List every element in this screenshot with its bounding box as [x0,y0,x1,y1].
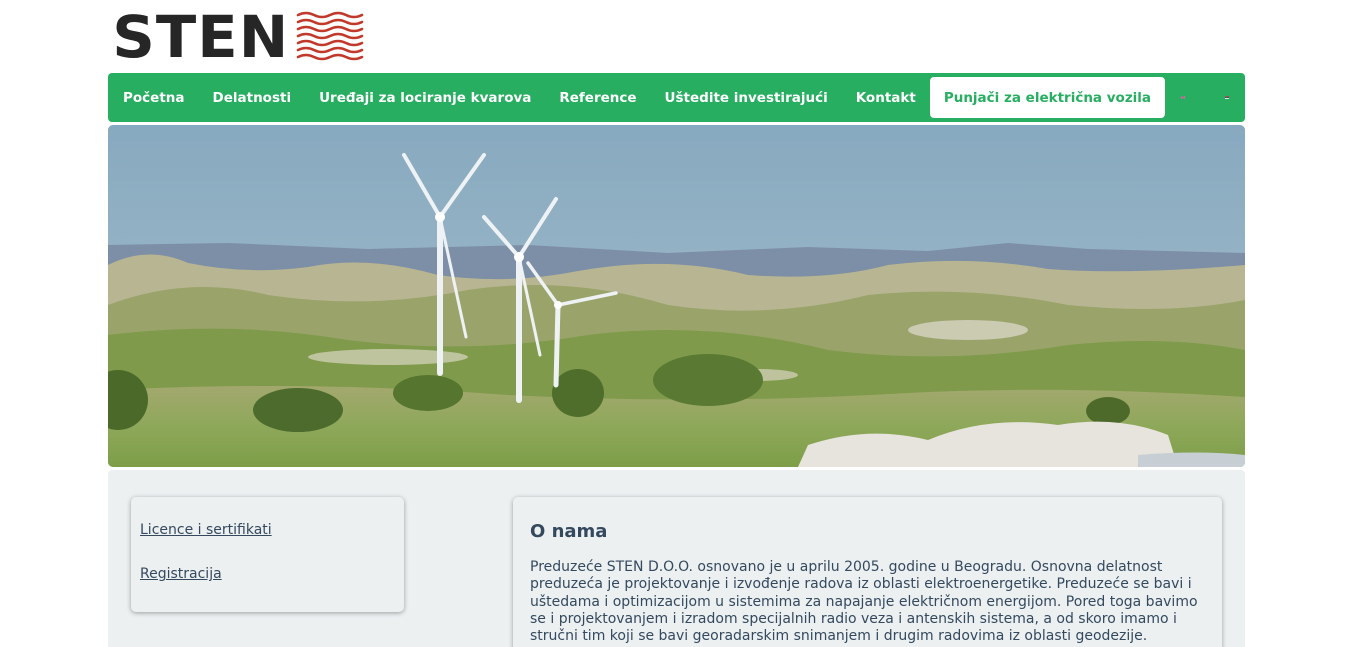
nav-item-delatnosti[interactable]: Delatnosti [199,77,306,118]
nav-item-uredjaji[interactable]: Uređaji za lociranje kvarova [305,77,545,118]
nav-item-reference[interactable]: Reference [545,77,650,118]
nav-item-ustedite[interactable]: Uštedite investirajući [651,77,842,118]
flag-uk-icon[interactable] [1181,92,1186,103]
main-navbar: Početna Delatnosti Uređaji za lociranje … [108,73,1245,122]
sidebar-card: Licence i sertifikati Registracija [131,497,404,612]
link-registracija[interactable]: Registracija [140,565,395,583]
hero-banner [108,125,1245,467]
about-title: O nama [530,521,608,542]
site-logo[interactable]: STEN [112,3,364,71]
flag-serbia-icon[interactable] [1225,92,1229,103]
about-text: Preduzeće STEN D.O.O. osnovano je u apri… [530,559,1198,645]
nav-item-pocetna[interactable]: Početna [109,77,199,118]
content-section: Licence i sertifikati Registracija O nam… [108,470,1245,647]
about-card: O nama Preduzeće STEN D.O.O. osnovano je… [513,497,1222,647]
link-licence-sertifikati[interactable]: Licence i sertifikati [140,521,395,539]
wind-turbines-landscape-photo [108,125,1245,467]
logo-waves-icon [296,11,363,61]
nav-item-punjaci[interactable]: Punjači za električna vozila [929,77,1166,118]
nav-item-kontakt[interactable]: Kontakt [842,77,930,118]
logo-text: STEN [112,3,290,71]
